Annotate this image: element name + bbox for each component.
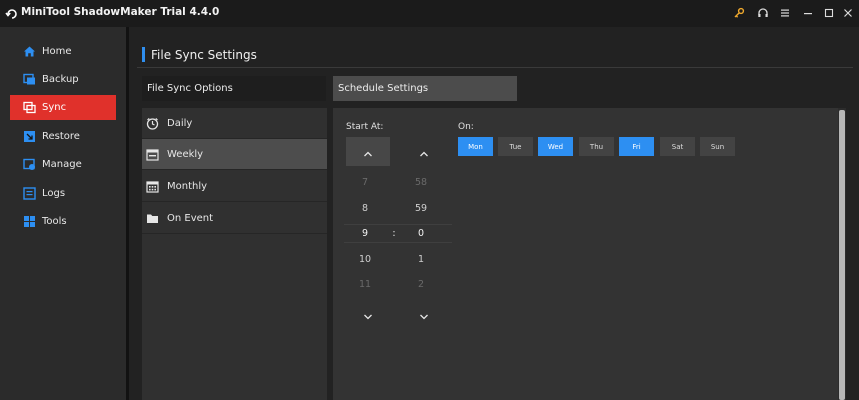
chevron-down-icon: [419, 305, 429, 324]
menu-icon[interactable]: [777, 5, 793, 21]
sidebar-item-label: Manage: [42, 159, 82, 170]
title-separator: [137, 67, 853, 68]
option-on-event[interactable]: On Event: [142, 203, 327, 234]
sidebar-item-label: Restore: [42, 131, 80, 142]
option-label: On Event: [167, 212, 214, 224]
sidebar-item-manage[interactable]: Manage: [10, 152, 116, 177]
day-toggle-mon[interactable]: Mon: [458, 137, 493, 156]
hour-up-button[interactable]: [346, 137, 390, 166]
sidebar-item-label: Home: [42, 46, 72, 57]
window-edge: [846, 108, 859, 400]
chevron-up-icon: [363, 142, 373, 161]
maximize-icon[interactable]: [821, 5, 837, 21]
logs-icon: [23, 187, 36, 200]
clock-icon: [146, 117, 159, 130]
key-icon[interactable]: [731, 5, 747, 21]
calendar-week-icon: [146, 148, 159, 161]
sidebar: Home Backup Sync Restore Manage Logs Too…: [0, 27, 126, 400]
minute-selected[interactable]: 0: [406, 228, 436, 239]
option-label: Weekly: [167, 148, 204, 160]
hour-option[interactable]: 11: [350, 279, 380, 290]
chevron-down-icon: [363, 305, 373, 324]
restore-icon: [23, 130, 36, 143]
schedule-type-list: Daily Weekly Monthly On Event: [142, 108, 327, 400]
option-label: Daily: [167, 117, 193, 129]
option-monthly[interactable]: Monthly: [142, 171, 327, 202]
hour-selected[interactable]: 9: [350, 228, 380, 239]
home-icon: [23, 45, 36, 58]
chevron-up-icon: [419, 142, 429, 161]
minute-down-button[interactable]: [402, 302, 446, 326]
sync-icon: [23, 101, 36, 114]
backup-icon: [23, 73, 36, 86]
sidebar-item-logs[interactable]: Logs: [10, 181, 116, 206]
hour-option[interactable]: 8: [350, 203, 380, 214]
sidebar-item-restore[interactable]: Restore: [10, 124, 116, 149]
hour-down-button[interactable]: [346, 302, 390, 326]
folder-icon: [146, 212, 159, 225]
page-title-accent: [142, 47, 145, 62]
day-toggle-sun[interactable]: Sun: [700, 137, 735, 156]
calendar-month-icon: [146, 180, 159, 193]
sidebar-item-label: Tools: [42, 216, 67, 227]
minute-option[interactable]: 59: [406, 203, 436, 214]
day-toggle-thu[interactable]: Thu: [579, 137, 614, 156]
headset-icon[interactable]: [755, 5, 771, 21]
title-bar: MiniTool ShadowMaker Trial 4.4.0: [0, 0, 859, 27]
sidebar-item-sync[interactable]: Sync: [10, 95, 116, 120]
option-weekly[interactable]: Weekly: [142, 139, 327, 170]
window-title: MiniTool ShadowMaker Trial 4.4.0: [21, 6, 220, 18]
minute-option[interactable]: 1: [406, 254, 436, 265]
day-toggle-fri[interactable]: Fri: [619, 137, 654, 156]
tab-file-sync-options[interactable]: File Sync Options: [142, 76, 326, 101]
minute-option[interactable]: 58: [406, 177, 436, 188]
hour-option[interactable]: 7: [350, 177, 380, 188]
tab-schedule-settings[interactable]: Schedule Settings: [333, 76, 517, 101]
page-title: File Sync Settings: [151, 48, 257, 62]
on-label: On:: [458, 122, 474, 132]
sidebar-item-tools[interactable]: Tools: [10, 209, 116, 234]
option-label: Monthly: [167, 180, 208, 192]
minimize-icon[interactable]: [800, 5, 816, 21]
close-icon[interactable]: [840, 5, 856, 21]
hour-option[interactable]: 10: [350, 254, 380, 265]
sidebar-item-label: Backup: [42, 74, 79, 85]
sidebar-item-home[interactable]: Home: [10, 39, 116, 64]
minute-up-button[interactable]: [402, 137, 446, 166]
start-at-label: Start At:: [346, 122, 384, 132]
day-toggle-sat[interactable]: Sat: [660, 137, 695, 156]
sidebar-item-label: Sync: [42, 102, 67, 113]
option-daily[interactable]: Daily: [142, 108, 327, 139]
day-toggle-tue[interactable]: Tue: [498, 137, 533, 156]
sidebar-item-backup[interactable]: Backup: [10, 67, 116, 92]
time-separator: :: [392, 228, 396, 239]
minute-option[interactable]: 2: [406, 279, 436, 290]
day-toggle-wed[interactable]: Wed: [538, 137, 573, 156]
scrollbar-thumb[interactable]: [839, 110, 845, 400]
manage-icon: [23, 158, 36, 171]
app-logo-icon: [5, 6, 19, 20]
sidebar-item-label: Logs: [42, 188, 66, 199]
tools-icon: [23, 215, 36, 228]
